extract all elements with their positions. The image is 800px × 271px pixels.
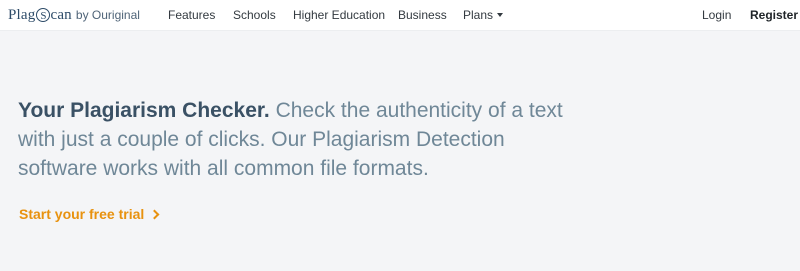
- nav-link-business[interactable]: Business: [398, 8, 447, 22]
- cta-label: Start your free trial: [19, 206, 145, 222]
- start-free-trial-link[interactable]: Start your free trial: [19, 206, 160, 222]
- logo-subtitle: by Ouriginal: [75, 8, 140, 22]
- brand-logo[interactable]: Plag S can by Ouriginal: [8, 6, 140, 24]
- logo-suffix: can: [50, 6, 72, 23]
- register-link[interactable]: Register: [750, 8, 798, 22]
- chevron-right-icon: [149, 209, 160, 219]
- caret-down-icon: [497, 13, 504, 17]
- login-link[interactable]: Login: [702, 8, 731, 22]
- nav-link-higher-education[interactable]: Higher Education: [293, 8, 385, 22]
- hero-headline-strong: Your Plagiarism Checker.: [18, 99, 270, 122]
- top-navbar: Plag S can by Ouriginal Features Schools…: [0, 0, 800, 31]
- nav-dropdown-plans[interactable]: Plans: [463, 8, 504, 22]
- hero-text: Your Plagiarism Checker. Check the authe…: [18, 96, 578, 183]
- logo-prefix: Plag: [8, 6, 36, 23]
- nav-link-schools[interactable]: Schools: [233, 8, 276, 22]
- nav-dropdown-plans-label: Plans: [463, 8, 494, 22]
- nav-link-features[interactable]: Features: [168, 8, 215, 22]
- logo-circled-letter: S: [36, 8, 51, 22]
